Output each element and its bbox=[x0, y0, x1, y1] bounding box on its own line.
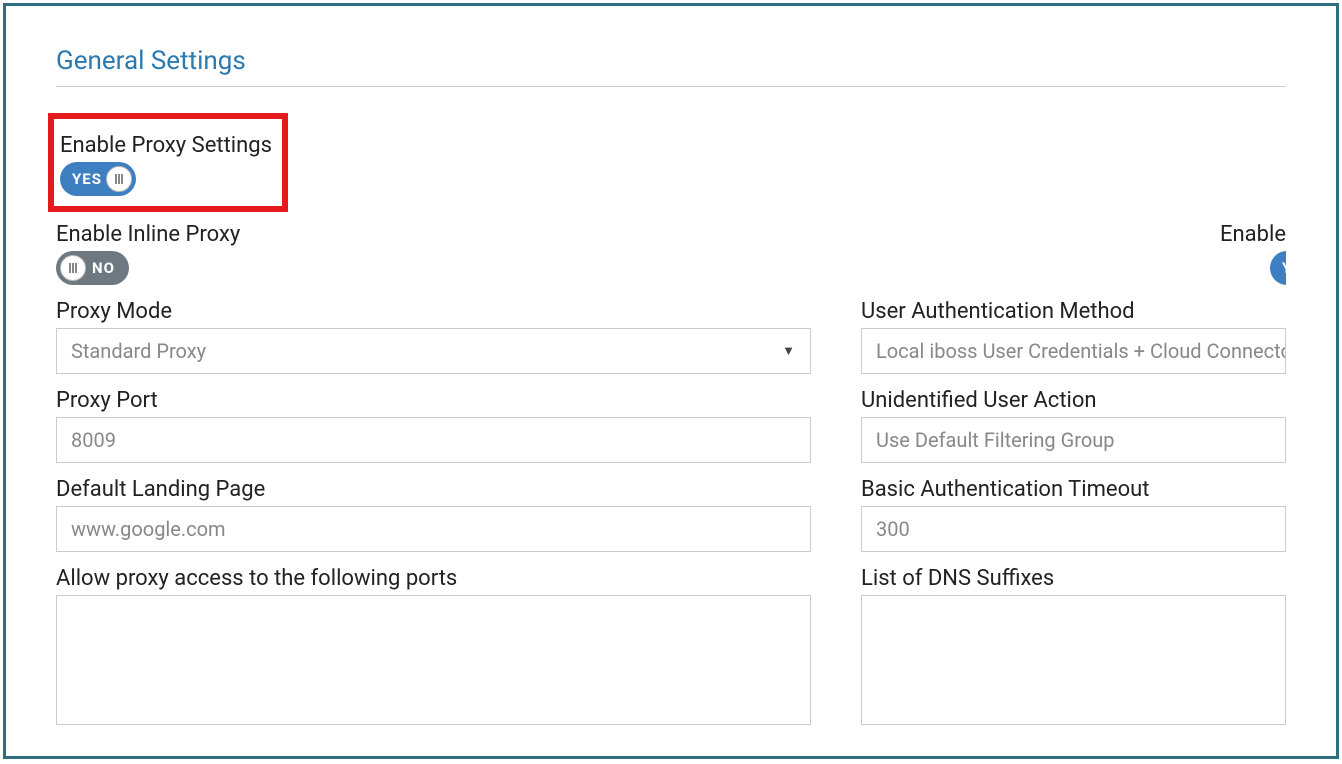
proxy-port-label: Proxy Port bbox=[56, 388, 811, 413]
auth-method-select[interactable]: Local iboss User Credentials + Cloud Con… bbox=[861, 328, 1286, 374]
proxy-mode-select[interactable]: Standard Proxy bbox=[56, 328, 811, 374]
grip-icon bbox=[69, 263, 77, 273]
basic-auth-timeout-input[interactable] bbox=[861, 506, 1286, 552]
unidentified-action-label: Unidentified User Action bbox=[861, 388, 1286, 413]
toggle-knob bbox=[106, 166, 132, 192]
enable-right-cutoff-toggle[interactable]: YES bbox=[1270, 251, 1286, 285]
dns-suffixes-textarea[interactable] bbox=[861, 595, 1286, 725]
default-landing-input[interactable] bbox=[56, 506, 811, 552]
dns-suffixes-label: List of DNS Suffixes bbox=[861, 566, 1286, 591]
settings-panel-frame: General Settings Enable Proxy Settings Y… bbox=[3, 3, 1339, 759]
proxy-mode-label: Proxy Mode bbox=[56, 299, 811, 324]
enable-inline-proxy-toggle[interactable]: NO bbox=[56, 251, 129, 285]
toggle-no-text: NO bbox=[86, 259, 125, 277]
basic-auth-timeout-label: Basic Authentication Timeout bbox=[861, 477, 1286, 502]
allow-ports-label: Allow proxy access to the following port… bbox=[56, 566, 811, 591]
enable-proxy-settings-label: Enable Proxy Settings bbox=[60, 133, 272, 158]
enable-proxy-settings-toggle[interactable]: YES bbox=[60, 162, 136, 196]
enable-proxy-highlight: Enable Proxy Settings YES bbox=[48, 113, 288, 212]
allow-ports-textarea[interactable] bbox=[56, 595, 811, 725]
default-landing-label: Default Landing Page bbox=[56, 477, 811, 502]
auth-method-label: User Authentication Method bbox=[861, 299, 1286, 324]
toggle-yes-cutoff-text: YES bbox=[1274, 259, 1286, 277]
proxy-port-input[interactable] bbox=[56, 417, 811, 463]
toggle-yes-text: YES bbox=[64, 170, 106, 188]
enable-right-cutoff-label: Enable bbox=[1220, 222, 1286, 247]
section-title: General Settings bbox=[56, 46, 1286, 87]
unidentified-action-select[interactable]: Use Default Filtering Group bbox=[861, 417, 1286, 463]
grip-icon bbox=[115, 174, 123, 184]
toggle-knob bbox=[60, 255, 86, 281]
enable-inline-proxy-label: Enable Inline Proxy bbox=[56, 222, 240, 247]
